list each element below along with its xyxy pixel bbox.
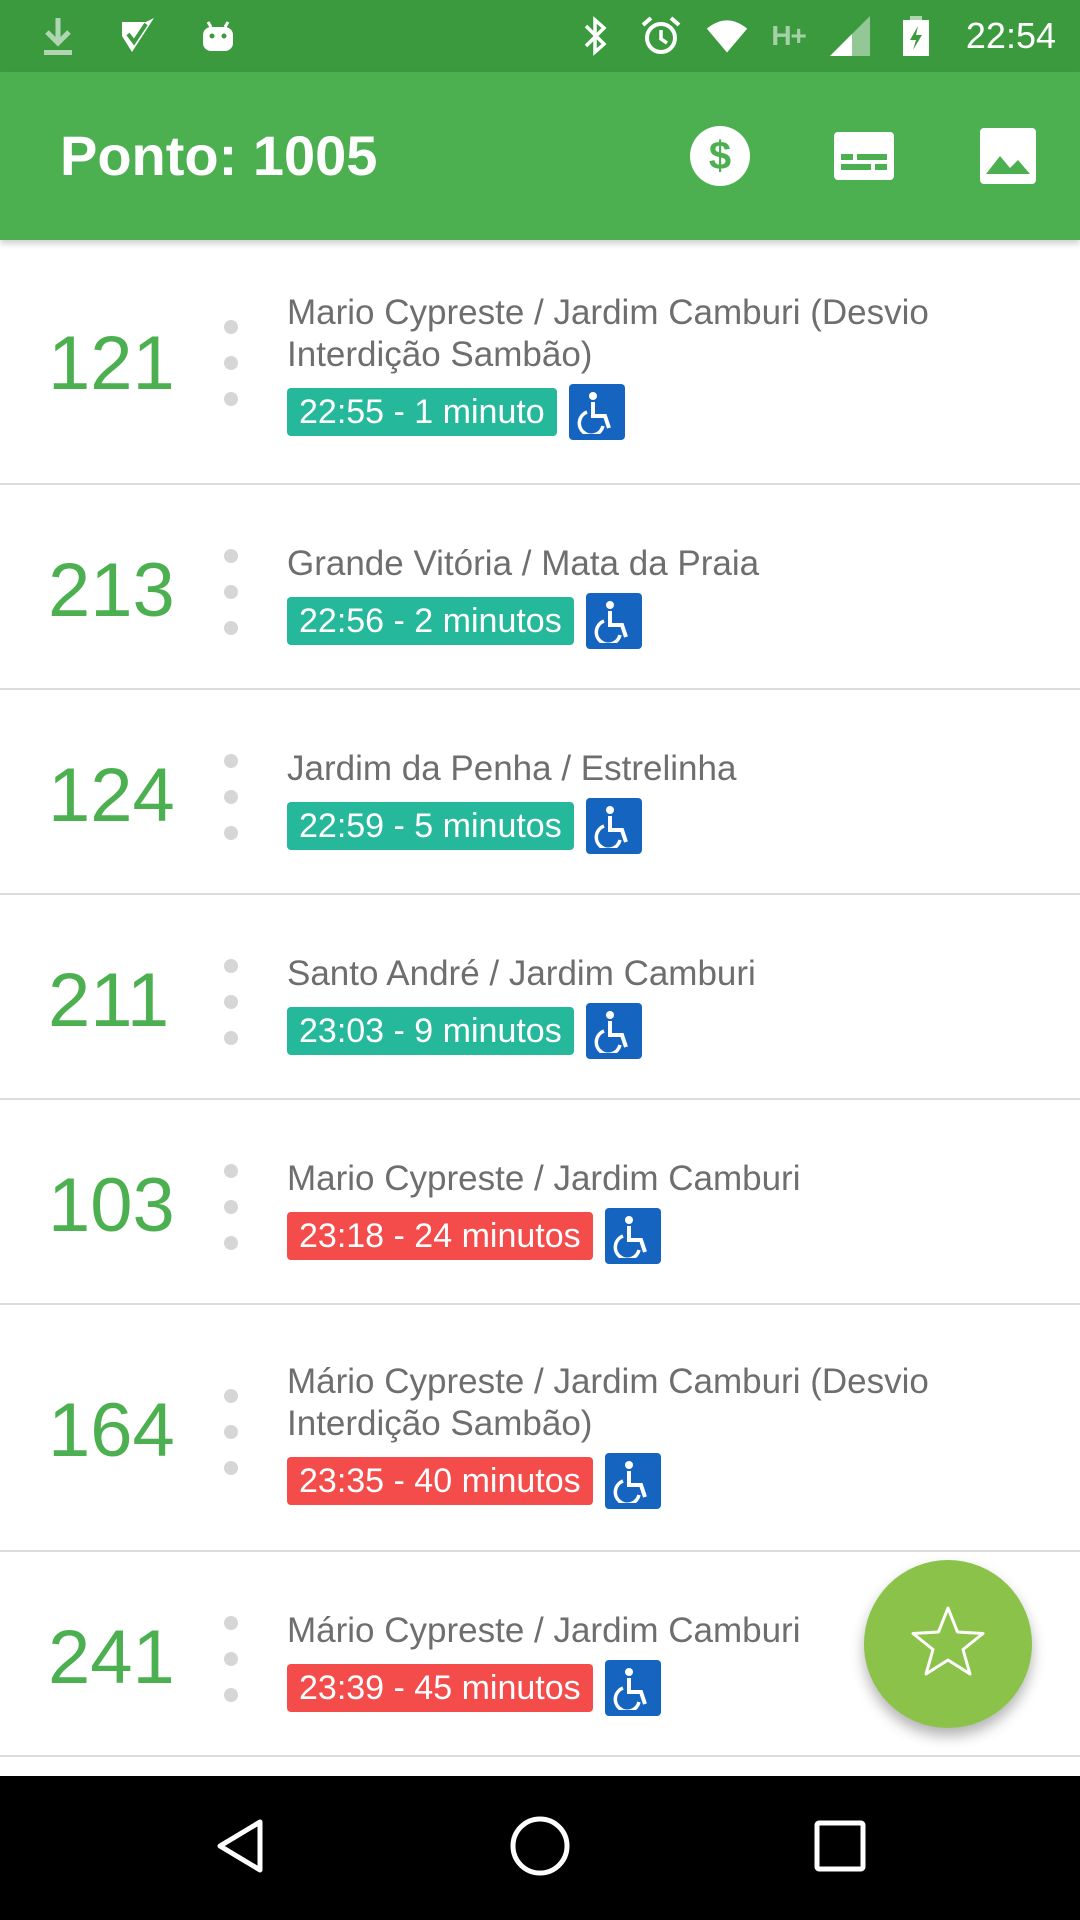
wheelchair-accessible-icon [585,1003,642,1059]
drag-handle-icon [224,1616,240,1724]
route-name: Jardim da Penha / Estrelinha [287,749,737,788]
back-icon [210,1816,270,1881]
subtitles-card-icon [834,131,894,185]
network-type: H+ [771,20,807,51]
image-button[interactable] [976,126,1040,190]
arrival-time-badge: 23:18 - 24 minutos [287,1212,593,1260]
line-number: 241 [48,1615,175,1700]
wheelchair-accessible-icon [604,1453,661,1509]
arrival-time-badge: 22:59 - 5 minutos [287,802,574,850]
arrival-time-badge: 23:03 - 9 minutos [287,1007,574,1055]
route-name: Mario Cypreste / Jardim Camburi [287,1159,801,1198]
card-info-button[interactable] [832,126,896,190]
drag-handle-icon [224,959,240,1067]
svg-text:$: $ [709,134,731,178]
wifi-icon [705,14,749,58]
wheelchair-accessible-icon [568,384,625,440]
star-outline-icon [908,1602,988,1687]
home-button[interactable] [504,1812,576,1884]
checkbox-notification-icon [116,14,160,58]
fare-button[interactable]: $ [688,125,752,192]
line-number: 211 [48,958,170,1043]
wheelchair-accessible-icon [604,1660,661,1716]
line-number: 103 [48,1163,175,1248]
list-item[interactable]: 103 Mario Cypreste / Jardim Camburi 23:1… [0,1100,1080,1305]
home-icon [509,1815,571,1882]
bluetooth-icon [573,14,617,58]
arrival-time-badge: 22:55 - 1 minuto [287,388,557,436]
wheelchair-accessible-icon [585,798,642,854]
line-number: 124 [48,753,175,838]
favorite-button[interactable] [864,1560,1032,1728]
drag-handle-icon [224,754,240,862]
recents-button[interactable] [804,1812,876,1884]
navigation-bar [0,1776,1080,1920]
route-name: Santo André / Jardim Camburi [287,954,756,993]
list-item[interactable]: 124 Jardim da Penha / Estrelinha 22:59 -… [0,690,1080,895]
line-number: 213 [48,548,175,633]
status-bar: H+ 22:54 [0,0,1080,72]
back-button[interactable] [204,1812,276,1884]
wheelchair-accessible-icon [585,593,642,649]
list-item[interactable]: 164 Mário Cypreste / Jardim Camburi (Des… [0,1305,1080,1552]
drag-handle-icon [224,1389,240,1497]
alarm-icon [639,14,683,58]
page-title: Ponto: 1005 [60,124,378,187]
android-icon [196,14,240,58]
line-number: 121 [48,321,175,406]
drag-handle-icon [224,1164,240,1272]
list-item[interactable]: 213 Grande Vitória / Mata da Praia 22:56… [0,485,1080,690]
list-item[interactable]: 211 Santo André / Jardim Camburi 23:03 -… [0,895,1080,1100]
arrival-time-badge: 23:39 - 45 minutos [287,1664,593,1712]
drag-handle-icon [224,549,240,657]
arrival-time-badge: 23:35 - 40 minutos [287,1457,593,1505]
line-number: 164 [48,1388,175,1473]
recents-icon [813,1819,867,1878]
arrival-time-badge: 22:56 - 2 minutos [287,597,574,645]
route-name: Grande Vitória / Mata da Praia [287,544,760,583]
fare-dollar-icon: $ [689,125,751,192]
clock: 22:54 [965,15,1056,56]
route-name: Mario Cypreste / Jardim Camburi (Desvio … [287,293,929,374]
wheelchair-accessible-icon [604,1208,661,1264]
drag-handle-icon [224,320,240,428]
signal-icon [828,14,872,58]
download-icon [36,14,80,58]
list-item[interactable]: 121 Mario Cypreste / Jardim Camburi (Des… [0,240,1080,485]
route-name: Mário Cypreste / Jardim Camburi (Desvio … [287,1362,929,1443]
arrivals-list: 121 Mario Cypreste / Jardim Camburi (Des… [0,240,1080,1757]
app-bar: Ponto: 1005 $ [0,72,1080,240]
battery-charging-icon [894,14,938,58]
image-icon [980,127,1036,189]
